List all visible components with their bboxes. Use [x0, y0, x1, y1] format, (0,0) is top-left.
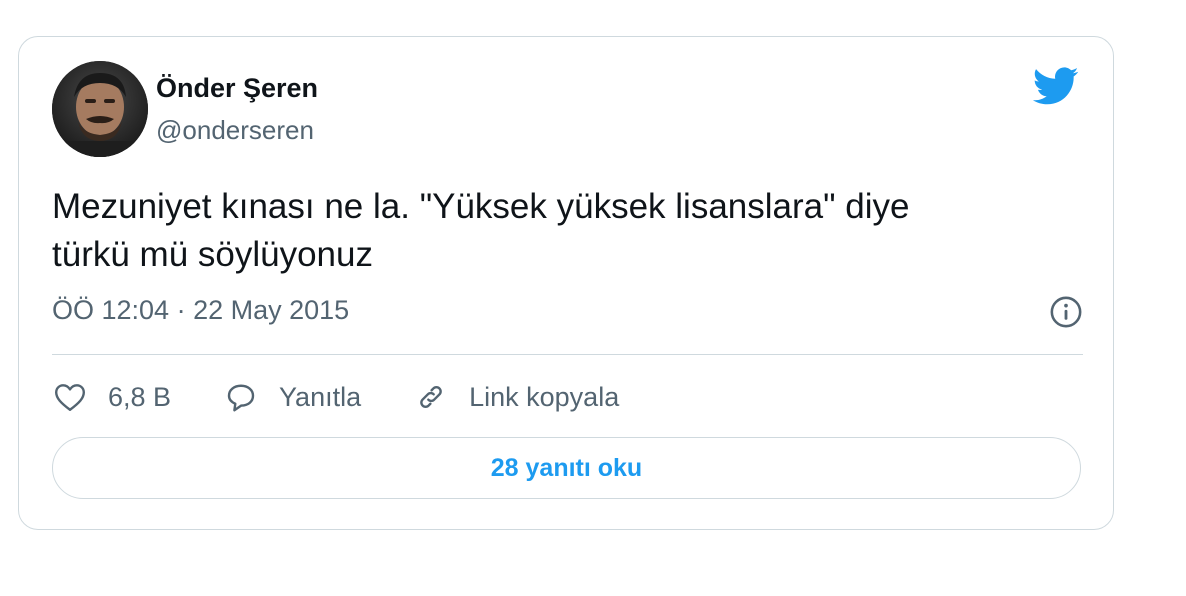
- reply-label: Yanıtla: [279, 381, 362, 412]
- tweet-card: Önder Şeren @onderseren Mezuniyet kınası…: [18, 36, 1114, 530]
- like-button[interactable]: 6,8 B: [52, 379, 171, 415]
- read-replies-button[interactable]: 28 yanıtı oku: [52, 437, 1081, 499]
- heart-icon: [55, 384, 85, 411]
- copy-link-label: Link kopyala: [469, 381, 620, 412]
- link-icon: [420, 386, 442, 408]
- tweet-timestamp[interactable]: ÖÖ 12:04 · 22 May 2015: [52, 295, 349, 326]
- author-handle[interactable]: @onderseren: [156, 115, 314, 146]
- tweet-text-line: Mezuniyet kınası ne la. "Yüksek yüksek l…: [52, 187, 910, 226]
- author-display-name[interactable]: Önder Şeren: [156, 73, 318, 104]
- avatar[interactable]: [52, 61, 148, 157]
- divider: [52, 354, 1083, 355]
- reply-button[interactable]: Yanıtla: [223, 379, 361, 415]
- speech-bubble-icon: [227, 384, 255, 412]
- copy-link-button[interactable]: Link kopyala: [413, 379, 619, 415]
- action-bar: 6,8 B Yanıtla Link kopyala: [52, 373, 671, 421]
- tweet-text-line: türkü mü söylüyonuz: [52, 235, 373, 274]
- info-icon[interactable]: [1049, 295, 1083, 329]
- like-count: 6,8 B: [108, 381, 172, 412]
- twitter-bird-icon[interactable]: [1031, 67, 1079, 107]
- tweet-text: Mezuniyet kınası ne la. "Yüksek yüksek l…: [52, 183, 1052, 279]
- profile-photo: [52, 61, 148, 157]
